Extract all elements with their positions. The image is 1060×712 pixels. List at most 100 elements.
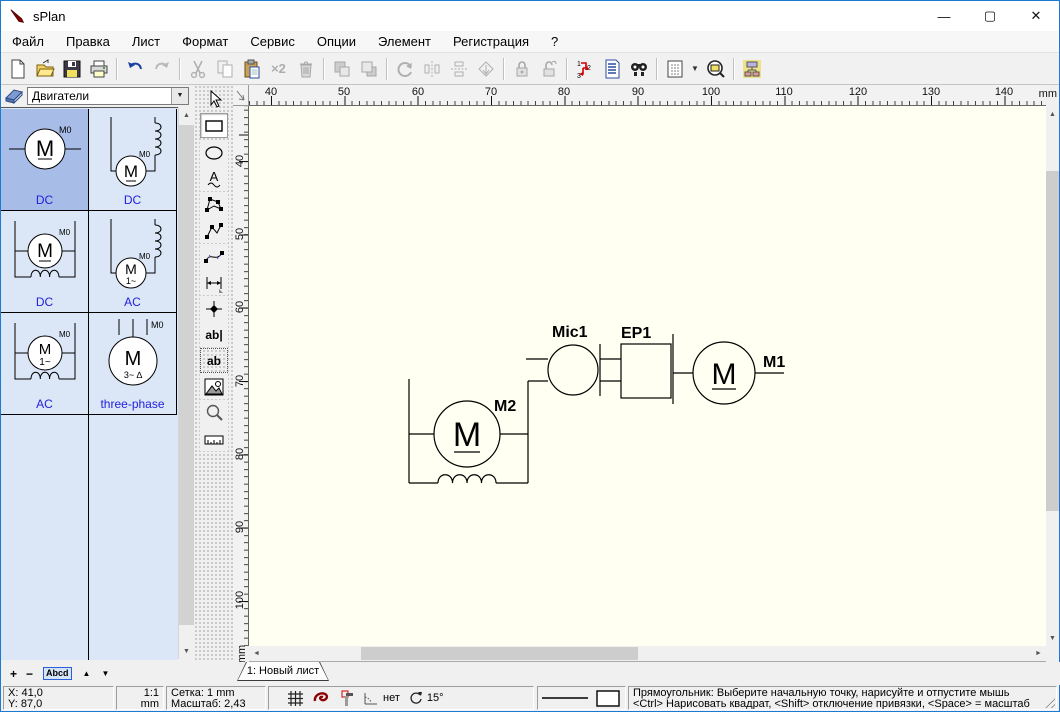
textbox-tool[interactable]: ab [200, 348, 228, 373]
scroll-right-icon[interactable]: ► [1031, 647, 1046, 660]
category-dropdown-icon[interactable]: ▼ [171, 88, 188, 104]
renumber-icon[interactable]: 123 [571, 56, 598, 82]
rotate-step-group[interactable]: 15° [409, 691, 444, 705]
ruler-origin-icon[interactable] [233, 85, 249, 106]
library-item-caption: three-phase [89, 397, 176, 411]
fill-style-sample[interactable] [596, 690, 620, 707]
menu-file[interactable]: Файл [1, 31, 55, 53]
library-item-ac-motor-1[interactable]: M 1~ M0 AC [89, 211, 177, 313]
minimize-button[interactable]: — [921, 1, 967, 31]
menu-format[interactable]: Формат [171, 31, 239, 53]
select-tool[interactable] [200, 87, 228, 112]
canvas-hscrollbar[interactable]: ◄ ► [249, 646, 1046, 662]
library-move-up-icon[interactable]: ▲ [83, 669, 91, 678]
menu-element[interactable]: Элемент [367, 31, 442, 53]
scroll-down-icon[interactable]: ▼ [179, 643, 194, 659]
measure-tool[interactable] [200, 426, 228, 451]
drawing-canvas[interactable]: M M M2 Mic1 EP1 M1 [249, 106, 1046, 646]
svg-text:1~: 1~ [39, 357, 51, 368]
bezier-tool[interactable] [200, 244, 228, 269]
send-backward-icon [355, 56, 382, 82]
menu-service[interactable]: Сервис [239, 31, 306, 53]
snap-angle-group[interactable]: нет [363, 691, 400, 705]
library-item-three-phase-motor[interactable]: M 3~ ∆ M0 three-phase [89, 313, 177, 415]
h-ruler-label: 90 [623, 86, 653, 98]
print-icon[interactable] [85, 56, 112, 82]
line-style-sample[interactable] [542, 696, 588, 700]
maximize-button[interactable]: ▢ [967, 1, 1013, 31]
parts-list-icon[interactable] [598, 56, 625, 82]
unlock-icon [535, 56, 562, 82]
library-add-button[interactable]: + [10, 667, 17, 681]
text-tool[interactable]: ab| [200, 322, 228, 347]
polyline-tool[interactable] [200, 218, 228, 243]
svg-text:M0: M0 [59, 125, 72, 135]
close-button[interactable]: ✕ [1013, 1, 1059, 31]
grid-dropdown-icon[interactable]: ▼ [688, 56, 702, 82]
library-remove-button[interactable]: − [26, 667, 33, 681]
scroll-down-icon[interactable]: ▼ [1046, 630, 1059, 646]
scroll-up-icon[interactable]: ▲ [1046, 106, 1059, 122]
library-item-dc-motor-3[interactable]: M M0 DC [1, 211, 89, 313]
undo-icon[interactable] [121, 56, 148, 82]
library-rename-button[interactable]: Abcd [43, 667, 72, 680]
grid-settings-icon[interactable] [661, 56, 688, 82]
sheet-tab-label: 1: Новый лист [238, 662, 328, 680]
svg-text:M: M [125, 261, 137, 277]
open-file-icon[interactable] [31, 56, 58, 82]
v-ruler-label: 80 [234, 439, 246, 469]
library-move-down-icon[interactable]: ▼ [101, 669, 109, 678]
scroll-up-icon[interactable]: ▲ [179, 107, 194, 123]
library-item-dc-motor-1[interactable]: M M0 DC [1, 109, 89, 211]
vertical-ruler: 40 50 60 70 80 90 100 mm [233, 106, 249, 646]
new-file-icon[interactable] [4, 56, 31, 82]
library-scrollbar[interactable]: ▲ ▼ [178, 107, 194, 659]
v-ruler-label: 100 [234, 585, 246, 615]
menu-sheet[interactable]: Лист [121, 31, 171, 53]
library-item-caption: DC [89, 193, 176, 207]
save-file-icon[interactable] [58, 56, 85, 82]
v-ruler-label: 40 [234, 146, 246, 176]
mode-panel: нет 15° [268, 686, 534, 710]
library-empty-cell [1, 415, 89, 660]
scroll-left-icon[interactable]: ◄ [249, 647, 264, 660]
library-empty-cell [89, 415, 177, 660]
rectangle-tool[interactable] [200, 113, 228, 138]
sheet-links-icon[interactable] [738, 56, 765, 82]
dimension-tool[interactable] [200, 270, 228, 295]
special-shape-tool[interactable]: A [200, 166, 228, 191]
paste-icon[interactable] [238, 56, 265, 82]
canvas-vscrollbar-thumb[interactable] [1046, 171, 1059, 511]
grid-toggle-icon[interactable] [287, 690, 304, 707]
ellipse-tool[interactable] [200, 140, 228, 165]
node-tool[interactable] [200, 296, 228, 321]
svg-text:A: A [210, 169, 219, 184]
menu-edit[interactable]: Правка [55, 31, 121, 53]
h-ruler-label: 50 [329, 86, 359, 98]
library-item-ac-motor-2[interactable]: M 1~ M0 AC [1, 313, 89, 415]
library-scrollbar-thumb[interactable] [179, 125, 194, 625]
canvas-hscrollbar-thumb[interactable] [361, 647, 638, 660]
menu-help[interactable]: ? [540, 31, 569, 53]
image-tool[interactable] [200, 374, 228, 399]
freehand-pen-icon[interactable] [313, 691, 332, 706]
menu-options[interactable]: Опции [306, 31, 367, 53]
svg-text:M0: M0 [139, 252, 151, 261]
canvas-vscrollbar[interactable]: ▲ ▼ [1046, 106, 1059, 646]
search-icon[interactable] [625, 56, 652, 82]
library-category-select[interactable]: Двигатели ▼ [27, 87, 189, 105]
rotate-icon [391, 56, 418, 82]
sheet-tab[interactable]: 1: Новый лист [237, 662, 329, 681]
polygon-tool[interactable] [200, 192, 228, 217]
library-item-caption: AC [1, 397, 88, 411]
library-header: Двигатели ▼ [1, 85, 194, 107]
snap-pin-icon[interactable] [341, 690, 354, 707]
zoom-region-icon[interactable] [702, 56, 729, 82]
svg-text:3~ ∆: 3~ ∆ [124, 370, 143, 380]
h-ruler-label: 60 [403, 86, 433, 98]
library-item-dc-motor-2[interactable]: M M0 DC [89, 109, 177, 211]
menu-registration[interactable]: Регистрация [442, 31, 540, 53]
zoom-tool[interactable] [200, 400, 228, 425]
svg-text:M: M [124, 162, 138, 181]
label-m1: M1 [763, 354, 785, 371]
